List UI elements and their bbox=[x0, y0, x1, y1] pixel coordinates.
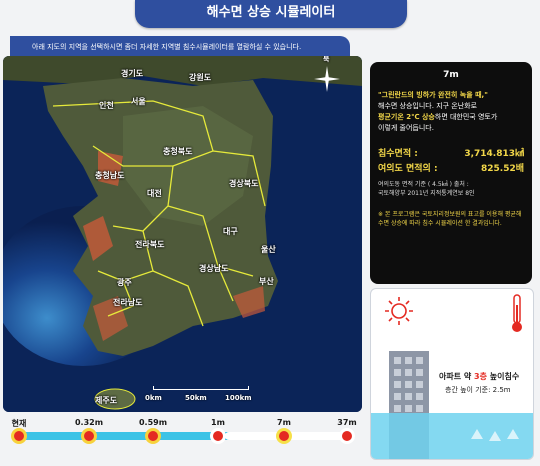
info-line2-rest: 하면 대한민국 영토가 bbox=[434, 113, 498, 121]
info-line3: 이렇게 줄어듭니다. bbox=[378, 124, 434, 132]
region-ulsan[interactable]: 울산 bbox=[261, 244, 276, 255]
apartment-panel: 아파트 약 3층 높이침수 층간 높이 기준: 2.5m bbox=[370, 288, 534, 460]
region-jeju[interactable]: 제주도 bbox=[95, 395, 117, 406]
timeline-label-7m: 7m bbox=[277, 418, 291, 427]
page-title: 해수면 상승 시뮬레이터 bbox=[135, 0, 407, 28]
scale-label-0: 0km bbox=[145, 394, 162, 402]
info-note: ※ 본 프로그램은 국토지리정보원의 표고를 이용해 평균해수면 상승에 따라 … bbox=[378, 211, 522, 227]
compass-icon: 북 bbox=[312, 56, 342, 94]
area-label: 침수면적 : bbox=[378, 149, 418, 159]
scale-label-50: 50km bbox=[185, 394, 207, 402]
region-chungnam[interactable]: 충청남도 bbox=[95, 170, 124, 181]
region-jeonbuk[interactable]: 전라북도 bbox=[135, 239, 164, 250]
region-daegu[interactable]: 대구 bbox=[223, 226, 238, 237]
region-seoul[interactable]: 서울 bbox=[131, 96, 146, 107]
info-panel: 7m "그린란드의 빙하가 완전히 녹을 때," 해수면 상승입니다. 지구 온… bbox=[370, 62, 532, 284]
info-level: 7m bbox=[443, 70, 459, 80]
ref-line2: 국토해양부 2011년 지적통계연보 8인 bbox=[378, 190, 475, 197]
scale-line bbox=[153, 386, 249, 390]
instruction-bar: 아래 지도의 지역을 선택하시면 좀더 자세한 지역별 침수시뮬레이터를 열람하… bbox=[10, 36, 350, 58]
timeline-label-1m: 1m bbox=[211, 418, 225, 427]
flood-caption: 아파트 약 3층 높이침수 bbox=[439, 371, 519, 382]
timeline-label-032: 0.32m bbox=[74, 418, 104, 427]
region-daejeon[interactable]: 대전 bbox=[147, 188, 162, 199]
floor-height-note: 층간 높이 기준: 2.5m bbox=[445, 386, 511, 394]
flood-caption-pre: 아파트 약 bbox=[439, 372, 475, 381]
area-value: 3,714.813㎢ bbox=[464, 149, 524, 159]
region-gyeonggi[interactable]: 경기도 bbox=[121, 68, 143, 79]
region-gyeongbuk[interactable]: 경상북도 bbox=[229, 178, 258, 189]
region-chungbuk[interactable]: 충청북도 bbox=[163, 146, 192, 157]
timeline-stop-37m[interactable] bbox=[339, 428, 355, 444]
timeline-stop-current[interactable] bbox=[11, 428, 27, 444]
timeline-label-37m: 37m bbox=[337, 418, 357, 427]
region-busan[interactable]: 부산 bbox=[259, 276, 274, 287]
korea-map[interactable]: 경기도 강원도 인천 서울 충청북도 충청남도 대전 경상북도 전라북도 대구 … bbox=[3, 56, 362, 412]
region-jeonnam[interactable]: 전라남도 bbox=[113, 297, 142, 308]
timeline-stop-1m[interactable] bbox=[210, 428, 226, 444]
info-line2-strong: 평균기온 2℃ 상승 bbox=[378, 113, 435, 121]
flood-caption-post: 높이침수 bbox=[486, 372, 520, 381]
timeline-label-059: 0.59m bbox=[138, 418, 168, 427]
info-line1: 해수면 상승입니다. 지구 온난화로 bbox=[378, 102, 478, 110]
info-quote: "그린란드의 빙하가 완전히 녹을 때," bbox=[378, 91, 488, 99]
region-gangwon[interactable]: 강원도 bbox=[189, 72, 211, 83]
region-gyeongnam[interactable]: 경상남도 bbox=[199, 263, 228, 274]
yeouido-label: 여의도 면적의 : bbox=[378, 164, 438, 174]
area-row: 침수면적 : 3,714.813㎢ bbox=[378, 146, 524, 159]
region-incheon[interactable]: 인천 bbox=[99, 100, 114, 111]
timeline-stop-032[interactable] bbox=[81, 428, 97, 444]
scale-label-100: 100km bbox=[225, 394, 252, 402]
yeouido-value: 825.52배 bbox=[480, 164, 524, 174]
timeline-stop-059[interactable] bbox=[145, 428, 161, 444]
thermometer-icon bbox=[512, 294, 522, 332]
ref-line1: 여의도동 면적 기준 ( 4.5㎢ ) 출처 : bbox=[378, 181, 469, 188]
yeouido-row: 여의도 면적의 : 825.52배 bbox=[378, 161, 524, 174]
map-graphic bbox=[3, 56, 362, 412]
sun-icon bbox=[385, 297, 413, 325]
timeline-stop-7m[interactable] bbox=[276, 428, 292, 444]
region-gwangju[interactable]: 광주 bbox=[117, 277, 132, 288]
sea-level-timeline: 현재 0.32m 0.59m 1m 7m 37m bbox=[5, 418, 360, 456]
flood-caption-num: 3층 bbox=[474, 372, 487, 381]
compass-north-label: 북 bbox=[323, 56, 330, 63]
